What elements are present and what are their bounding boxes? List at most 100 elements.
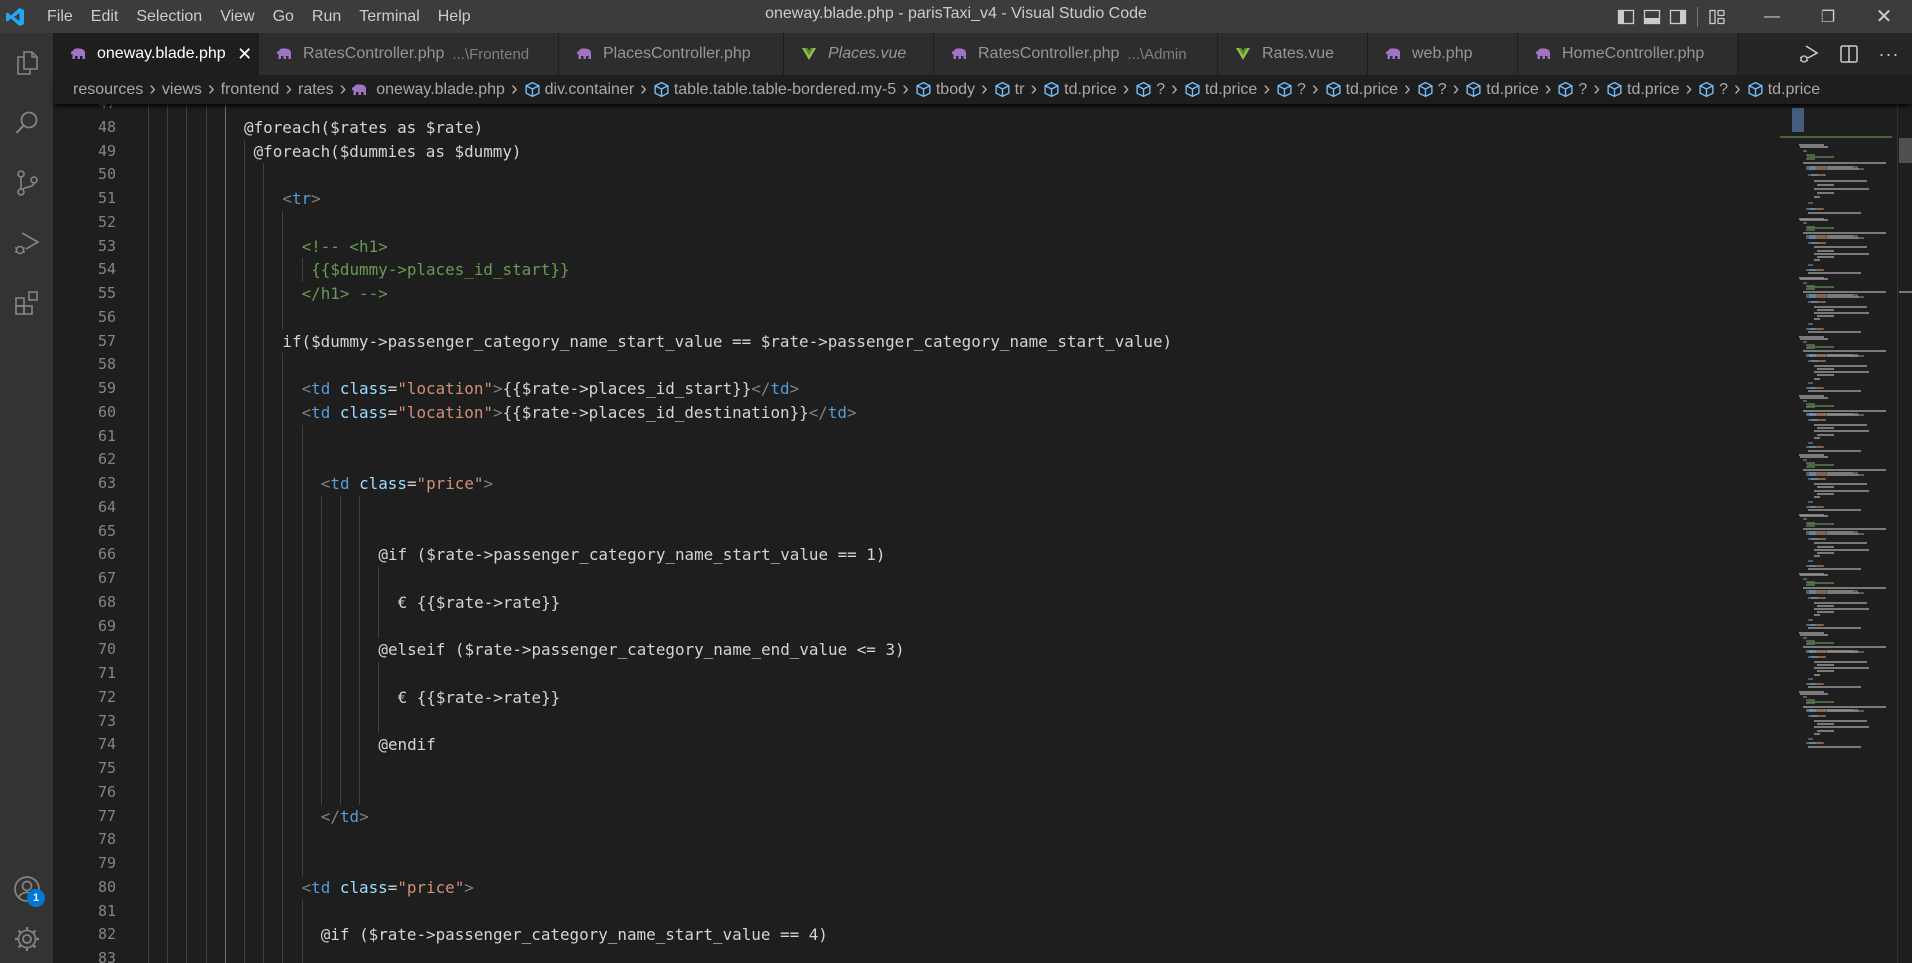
minimap-line — [1814, 673, 1821, 676]
toggle-primary-sidebar-button[interactable] — [1613, 0, 1639, 33]
minimap[interactable] — [1776, 104, 1898, 963]
code-line[interactable]: @elseif ($rate->passenger_category_name_… — [148, 638, 1768, 662]
breadcrumb-item[interactable]: ? — [1135, 81, 1165, 99]
code-line[interactable]: @endif — [148, 733, 1768, 757]
tab-rates-controller-admin[interactable]: RatesController.php ...\Admin — [934, 33, 1218, 75]
manage-button[interactable] — [0, 919, 53, 963]
code-line[interactable] — [148, 852, 1768, 876]
menu-edit[interactable]: Edit — [82, 0, 128, 33]
code-line[interactable]: </td> — [148, 804, 1768, 829]
close-window-button[interactable]: ✕ — [1856, 0, 1912, 33]
code-line[interactable]: <td class="location">{{$rate->places_id_… — [148, 400, 1768, 425]
menu-go[interactable]: Go — [264, 0, 303, 33]
minimize-button[interactable]: — — [1744, 0, 1800, 33]
menu-terminal[interactable]: Terminal — [350, 0, 428, 33]
split-editor-button[interactable] — [1836, 41, 1862, 67]
breadcrumb-item[interactable]: tr — [994, 81, 1024, 99]
breadcrumb-item[interactable]: frontend — [221, 81, 280, 99]
breadcrumb-item[interactable]: td.price — [1043, 81, 1117, 99]
code-editor[interactable]: 4748 49 50 51 52 53 54 55 56 57 58 59 60 61 62 63 64 65 66… — [53, 104, 1912, 963]
code-line[interactable]: @foreach($dummies as $dummy) — [148, 139, 1768, 164]
code-line[interactable] — [148, 757, 1768, 781]
code-line[interactable] — [148, 495, 1768, 520]
close-tab-icon[interactable]: ✕ — [236, 44, 254, 65]
code-line[interactable]: <td class="price"> — [148, 875, 1768, 900]
code-line[interactable]: € {{$rate->rate}} — [148, 590, 1768, 615]
breadcrumb-item[interactable]: resources — [73, 81, 143, 99]
tab-rates-controller-frontend[interactable]: RatesController.php ...\Frontend — [259, 33, 559, 75]
breadcrumb-item[interactable]: td.price — [1606, 81, 1679, 99]
breadcrumb-item[interactable]: oneway.blade.php — [352, 81, 505, 99]
code-line[interactable] — [148, 104, 1768, 116]
indent-guide — [167, 852, 169, 876]
breadcrumb-item[interactable]: ? — [1417, 81, 1447, 99]
accounts-button[interactable]: 1 — [0, 859, 53, 919]
code-line[interactable] — [148, 210, 1768, 235]
code-line[interactable] — [148, 448, 1768, 472]
toggle-secondary-sidebar-button[interactable] — [1665, 0, 1691, 33]
indent-guide — [224, 685, 226, 710]
vertical-scrollbar[interactable] — [1897, 104, 1912, 963]
code-line[interactable] — [148, 567, 1768, 591]
breadcrumb-item[interactable]: rates — [298, 81, 334, 99]
breadcrumb-item[interactable]: td.price — [1465, 81, 1539, 99]
activity-explorer[interactable] — [0, 33, 53, 93]
breadcrumb-item[interactable]: div.container — [524, 81, 634, 99]
breadcrumb-item[interactable]: views — [162, 81, 202, 99]
code-line[interactable]: if($dummy->passenger_category_name_start… — [148, 329, 1768, 354]
code-line[interactable] — [148, 899, 1768, 924]
breadcrumb-item[interactable]: ? — [1557, 81, 1587, 99]
breadcrumb-item[interactable]: tbody — [915, 81, 975, 99]
restore-button[interactable]: ❐ — [1800, 0, 1856, 33]
breadcrumb-item[interactable]: ? — [1698, 81, 1728, 99]
code-line[interactable] — [148, 305, 1768, 330]
menu-file[interactable]: File — [38, 0, 82, 33]
breadcrumb-item[interactable]: td.price — [1184, 81, 1257, 99]
more-actions-button[interactable]: ··· — [1876, 41, 1902, 67]
code-line[interactable] — [148, 828, 1768, 852]
code-line[interactable]: € {{$rate->rate}} — [148, 685, 1768, 710]
code-line[interactable] — [148, 780, 1768, 805]
code-lines[interactable]: @foreach($rates as $rate) @foreach($dummi… — [148, 104, 1768, 963]
code-line[interactable]: <!-- <h1> — [148, 234, 1768, 259]
breadcrumb-item[interactable]: table.table.table-bordered.my-5 — [653, 81, 896, 99]
menu-help[interactable]: Help — [429, 0, 480, 33]
code-line[interactable] — [148, 709, 1768, 734]
tab-places-vue[interactable]: Places.vue — [784, 33, 934, 75]
code-line[interactable] — [148, 424, 1768, 449]
tab-rates-vue[interactable]: Rates.vue — [1218, 33, 1368, 75]
code-line[interactable] — [148, 519, 1768, 544]
code-line[interactable]: {{$dummy->places_id_start}} — [148, 258, 1768, 282]
tab-web-php[interactable]: web.php — [1368, 33, 1518, 75]
code-line[interactable] — [148, 947, 1768, 963]
toggle-panel-button[interactable] — [1639, 0, 1665, 33]
activity-source-control[interactable] — [0, 153, 53, 213]
menu-run[interactable]: Run — [303, 0, 350, 33]
run-debug-button[interactable] — [1796, 41, 1822, 67]
code-line[interactable]: @if ($rate->passenger_category_name_star… — [148, 923, 1768, 947]
tab-places-controller[interactable]: PlacesController.php — [559, 33, 784, 75]
tab-home-controller[interactable]: HomeController.php — [1518, 33, 1738, 75]
code-line[interactable]: @foreach($rates as $rate) — [148, 115, 1768, 140]
tab-oneway-blade[interactable]: oneway.blade.php ✕ — [53, 33, 259, 75]
code-line[interactable] — [148, 163, 1768, 187]
customize-layout-button[interactable] — [1704, 0, 1730, 33]
breadcrumb-item[interactable]: td.price — [1325, 81, 1398, 99]
activity-search[interactable] — [0, 93, 53, 153]
breadcrumb-item[interactable]: td.price — [1747, 81, 1820, 99]
scrollbar-thumb[interactable] — [1899, 138, 1912, 163]
breadcrumb-item[interactable]: ? — [1276, 81, 1306, 99]
minimap-line — [1816, 670, 1834, 673]
code-line[interactable]: @if ($rate->passenger_category_name_star… — [148, 543, 1768, 567]
code-line[interactable]: </h1> --> — [148, 282, 1768, 306]
activity-extensions[interactable] — [0, 273, 53, 333]
code-line[interactable]: <td class="price"> — [148, 472, 1768, 496]
menu-view[interactable]: View — [211, 0, 263, 33]
code-line[interactable] — [148, 614, 1768, 639]
code-line[interactable]: <tr> — [148, 187, 1768, 211]
menu-selection[interactable]: Selection — [127, 0, 211, 33]
code-line[interactable]: <td class="location">{{$rate->places_id_… — [148, 377, 1768, 401]
code-line[interactable] — [148, 353, 1768, 377]
code-line[interactable] — [148, 662, 1768, 686]
activity-run-debug[interactable] — [0, 213, 53, 273]
